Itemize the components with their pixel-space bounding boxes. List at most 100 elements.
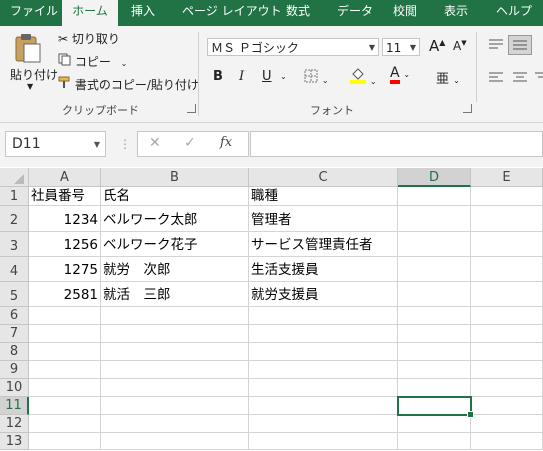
cell-e12[interactable] — [471, 415, 543, 433]
format-painter-button[interactable]: 書式のコピー/貼り付け — [58, 76, 199, 93]
row-header-9[interactable]: 9 — [0, 361, 29, 379]
cell-c7[interactable] — [249, 325, 398, 343]
cell-a5[interactable]: 2581 — [29, 282, 101, 307]
row-header-4[interactable]: 4 — [0, 257, 29, 282]
cell-d2[interactable] — [398, 206, 471, 232]
cell-e9[interactable] — [471, 361, 543, 379]
cell-e5[interactable] — [471, 282, 543, 307]
tab-formulas[interactable]: 数式 — [286, 0, 310, 26]
cell-a1[interactable]: 社員番号 — [29, 187, 101, 206]
copy-button[interactable]: コピー ⌄ — [58, 53, 127, 70]
formula-input[interactable] — [250, 131, 543, 157]
cell-e8[interactable] — [471, 343, 543, 361]
worksheet-grid[interactable]: A B C D E 1 2 3 4 5 6 7 8 9 10 11 12 13 … — [0, 168, 543, 450]
cell-c11[interactable] — [249, 397, 398, 415]
insert-function-icon[interactable]: fx — [220, 135, 232, 150]
cell-b9[interactable] — [101, 361, 249, 379]
underline-dropdown-icon[interactable]: ⌄ — [280, 72, 287, 81]
decrease-font-button[interactable]: A▼ — [453, 39, 467, 53]
cell-b12[interactable] — [101, 415, 249, 433]
cell-c4[interactable]: 生活支援員 — [249, 257, 398, 282]
column-header-c[interactable]: C — [249, 168, 398, 187]
cell-d10[interactable] — [398, 379, 471, 397]
column-header-d[interactable]: D — [398, 168, 471, 187]
italic-button[interactable]: I — [239, 69, 244, 84]
cell-e10[interactable] — [471, 379, 543, 397]
align-left-button[interactable] — [488, 71, 504, 88]
cell-c5[interactable]: 就労支援員 — [249, 282, 398, 307]
cell-b1[interactable]: 氏名 — [101, 187, 249, 206]
cell-a12[interactable] — [29, 415, 101, 433]
cell-b3[interactable]: ベルワーク花子 — [101, 232, 249, 257]
tab-view[interactable]: 表示 — [444, 0, 468, 26]
row-header-8[interactable]: 8 — [0, 343, 29, 361]
font-launcher-icon[interactable] — [463, 104, 472, 113]
row-header-11[interactable]: 11 — [0, 397, 29, 415]
cell-c9[interactable] — [249, 361, 398, 379]
cell-b8[interactable] — [101, 343, 249, 361]
tab-review[interactable]: 校閲 — [393, 0, 417, 26]
phonetic-button[interactable]: 亜 ⌄ — [436, 68, 460, 87]
font-color-button[interactable]: A ⌄ — [390, 66, 410, 84]
row-header-1[interactable]: 1 — [0, 187, 29, 206]
row-header-12[interactable]: 12 — [0, 415, 29, 433]
select-all-corner[interactable] — [0, 168, 29, 187]
cell-a2[interactable]: 1234 — [29, 206, 101, 232]
align-center-button[interactable] — [512, 71, 528, 88]
font-name-box[interactable]: ＭＳ Ｐゴシック ▼ — [207, 38, 379, 56]
cell-d7[interactable] — [398, 325, 471, 343]
row-header-5[interactable]: 5 — [0, 282, 29, 307]
cell-e6[interactable] — [471, 307, 543, 325]
cell-a10[interactable] — [29, 379, 101, 397]
cell-a13[interactable] — [29, 433, 101, 450]
row-header-3[interactable]: 3 — [0, 232, 29, 257]
cell-d12[interactable] — [398, 415, 471, 433]
align-top-button[interactable] — [488, 38, 504, 55]
row-header-13[interactable]: 13 — [0, 433, 29, 450]
row-header-2[interactable]: 2 — [0, 206, 29, 232]
cell-c13[interactable] — [249, 433, 398, 450]
cell-a4[interactable]: 1275 — [29, 257, 101, 282]
cell-b7[interactable] — [101, 325, 249, 343]
cell-d9[interactable] — [398, 361, 471, 379]
row-header-6[interactable]: 6 — [0, 307, 29, 325]
cell-a6[interactable] — [29, 307, 101, 325]
cell-c12[interactable] — [249, 415, 398, 433]
active-cell-cursor[interactable] — [397, 396, 472, 416]
bold-button[interactable]: B — [213, 69, 223, 84]
cell-b6[interactable] — [101, 307, 249, 325]
cell-e2[interactable] — [471, 206, 543, 232]
cell-d13[interactable] — [398, 433, 471, 450]
cell-c10[interactable] — [249, 379, 398, 397]
cell-a8[interactable] — [29, 343, 101, 361]
cell-e3[interactable] — [471, 232, 543, 257]
cell-c1[interactable]: 職種 — [249, 187, 398, 206]
row-header-7[interactable]: 7 — [0, 325, 29, 343]
tab-data[interactable]: データ — [337, 0, 373, 26]
cell-d1[interactable] — [398, 187, 471, 206]
cell-c6[interactable] — [249, 307, 398, 325]
fill-color-button[interactable]: ⌄ — [350, 66, 377, 87]
tab-insert[interactable]: 挿入 — [131, 0, 155, 26]
cell-d6[interactable] — [398, 307, 471, 325]
tab-help[interactable]: ヘルプ — [496, 0, 532, 26]
row-header-10[interactable]: 10 — [0, 379, 29, 397]
cell-b2[interactable]: ベルワーク太郎 — [101, 206, 249, 232]
align-right-button[interactable] — [535, 71, 543, 88]
cell-d4[interactable] — [398, 257, 471, 282]
cell-b5[interactable]: 就活 三郎 — [101, 282, 249, 307]
cell-b10[interactable] — [101, 379, 249, 397]
clipboard-launcher-icon[interactable] — [187, 104, 196, 113]
align-middle-button[interactable] — [508, 35, 532, 55]
fill-handle[interactable] — [467, 411, 474, 418]
tab-page-layout[interactable]: ページ レイアウト — [182, 0, 282, 26]
tab-home[interactable]: ホーム — [62, 0, 118, 26]
cell-e7[interactable] — [471, 325, 543, 343]
copy-dropdown-icon[interactable]: ⌄ — [121, 59, 128, 68]
column-header-a[interactable]: A — [29, 168, 101, 187]
name-box[interactable]: D11 ▼ — [5, 131, 106, 157]
column-header-b[interactable]: B — [101, 168, 249, 187]
cell-e1[interactable] — [471, 187, 543, 206]
cell-c3[interactable]: サービス管理責任者 — [249, 232, 398, 257]
cell-e11[interactable] — [471, 397, 543, 415]
